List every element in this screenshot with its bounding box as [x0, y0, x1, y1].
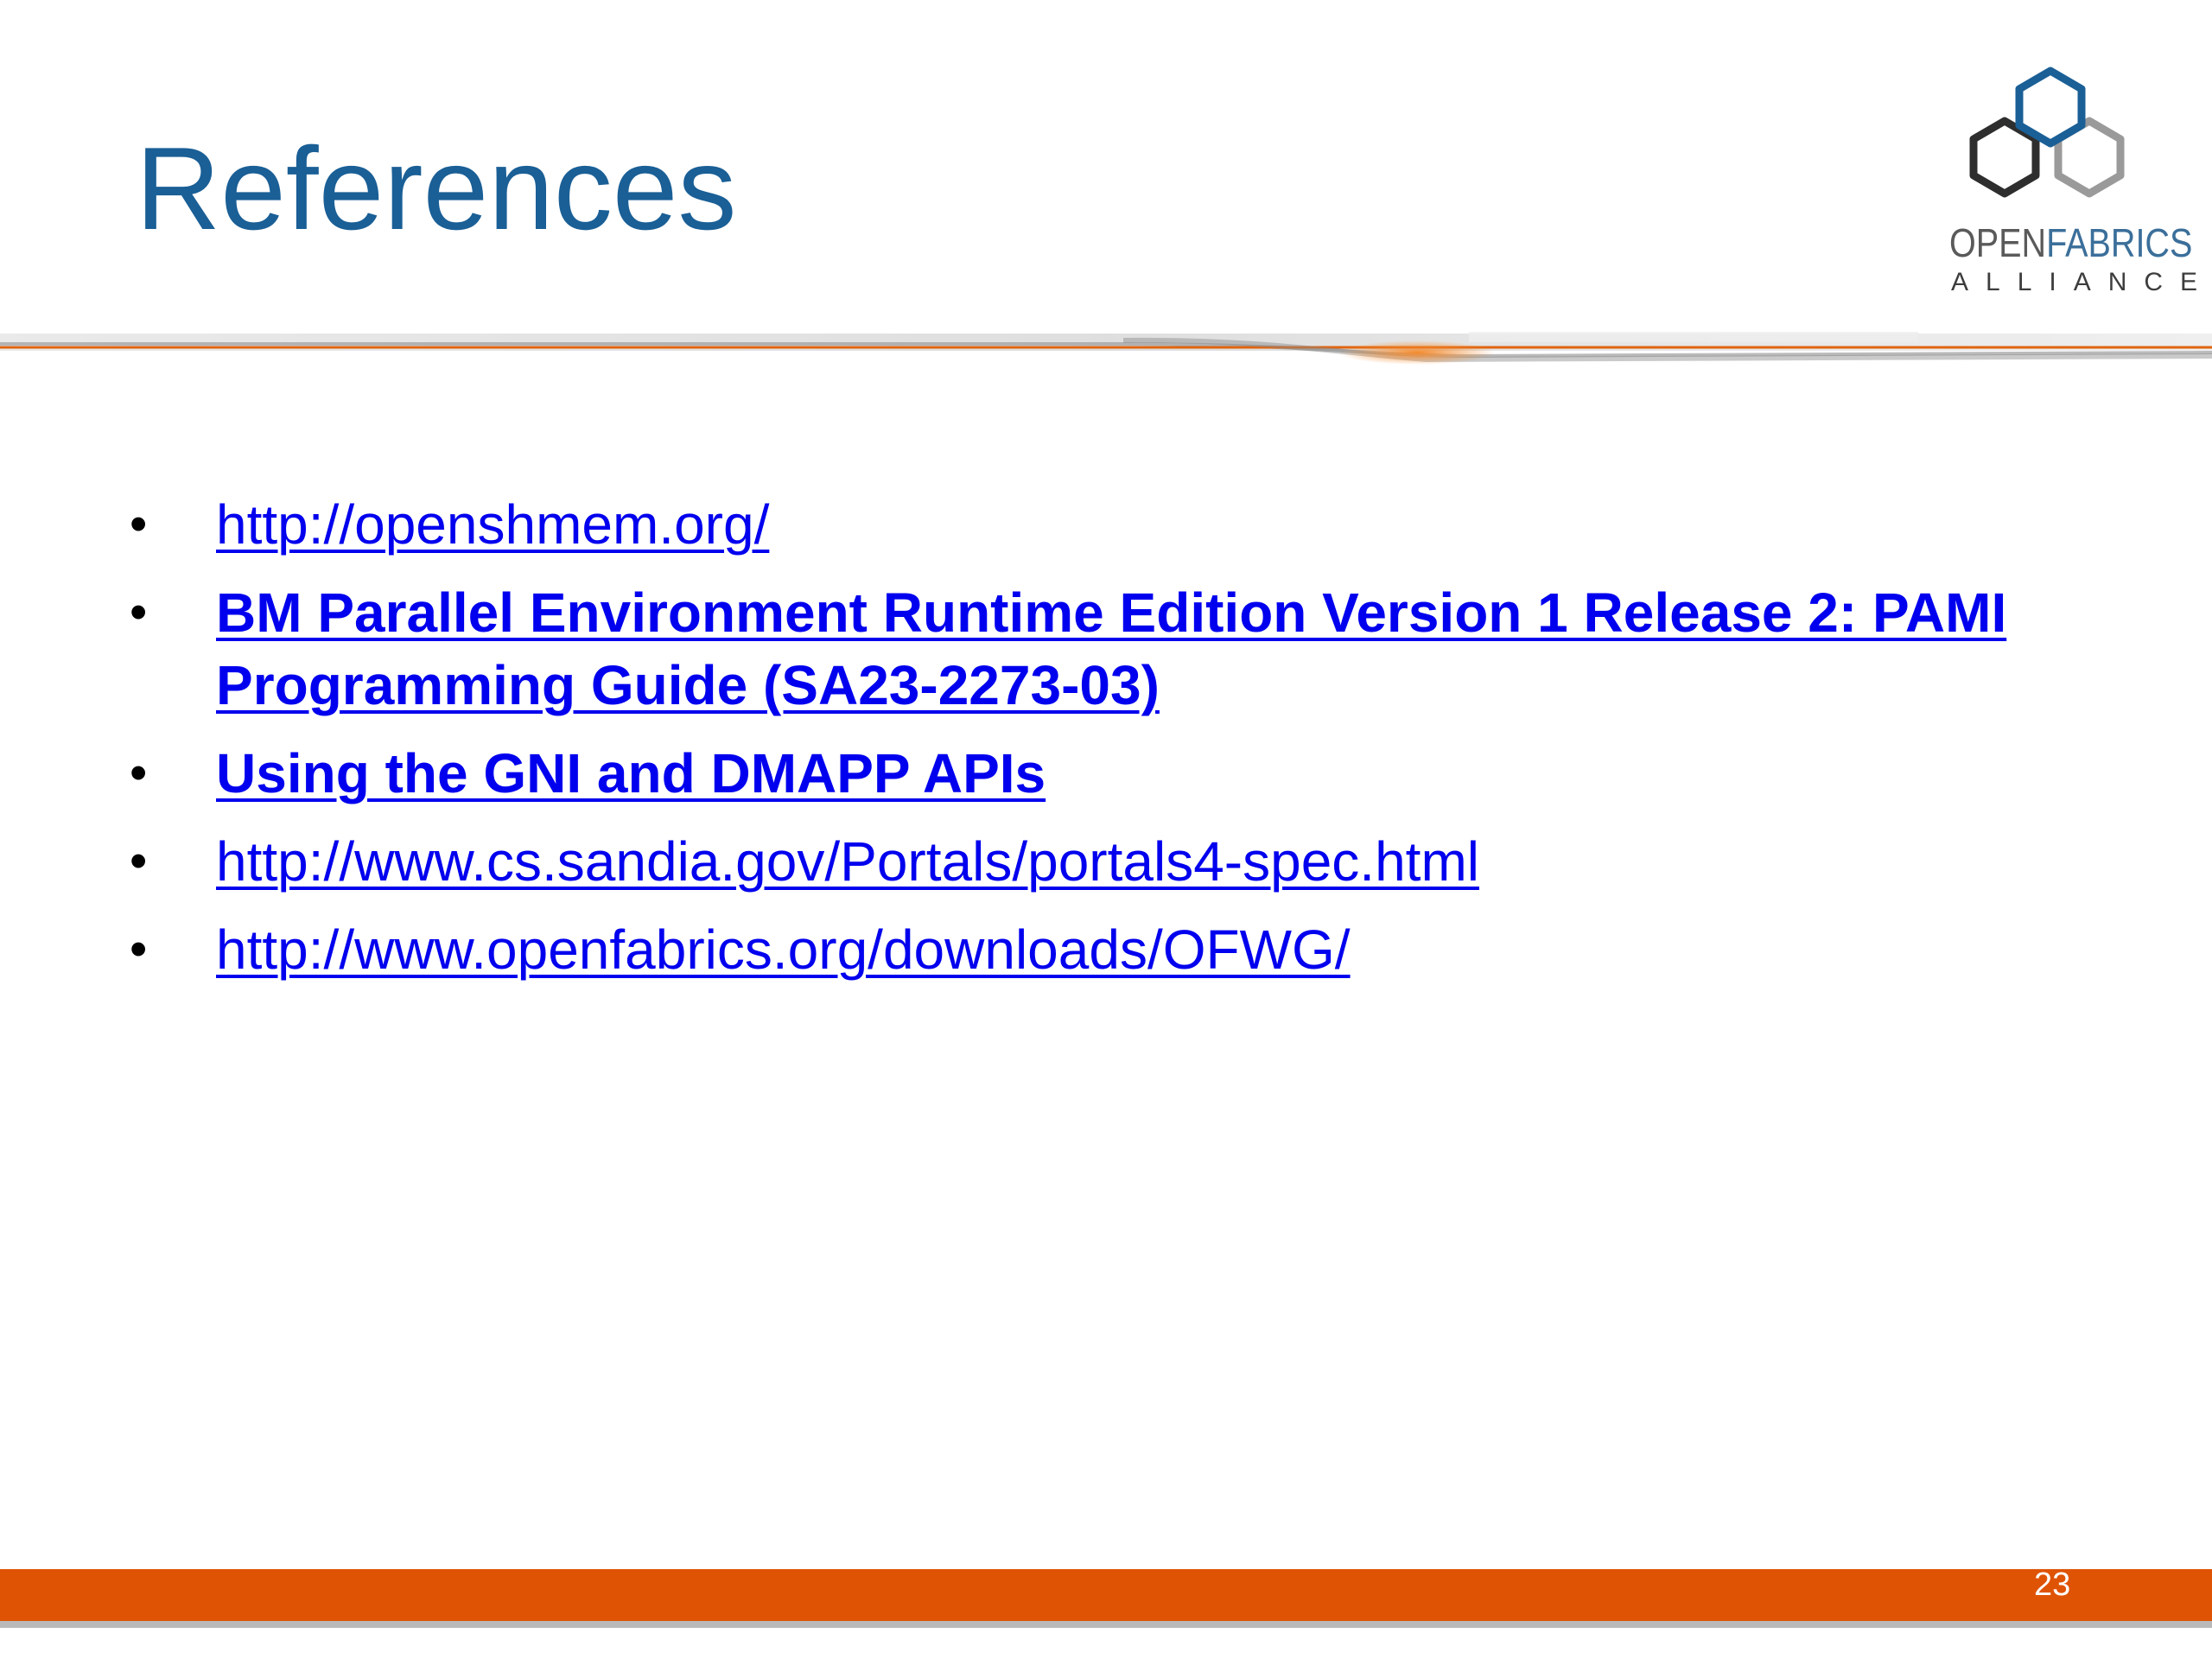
reference-link-ofwg[interactable]: http://www.openfabrics.org/downloads/OFW… — [216, 918, 1351, 981]
footer-bar — [0, 1569, 2212, 1621]
reference-link-pami-guide[interactable]: BM Parallel Environment Runtime Edition … — [216, 582, 2006, 716]
bullet: • — [130, 921, 148, 977]
bullet: • — [130, 496, 148, 552]
header-divider — [0, 332, 2212, 365]
bullet: • — [130, 584, 148, 640]
openfabrics-logo-icon — [1969, 67, 2125, 198]
logo-wordmark: OPENFABRICS — [1949, 220, 2192, 265]
logo-hexagon-blue — [2015, 67, 2086, 148]
reference-item: • http://www.cs.sandia.gov/Portals/porta… — [130, 825, 2117, 898]
slide-title: References — [136, 123, 737, 254]
references-list: • http://openshmem.org/ • BM Parallel En… — [130, 488, 2117, 1001]
reference-link-gni-dmapp[interactable]: Using the GNI and DMAPP APIs — [216, 742, 1046, 804]
bullet: • — [130, 833, 148, 889]
reference-item: • http://openshmem.org/ — [130, 488, 2117, 561]
reference-item: • http://www.openfabrics.org/downloads/O… — [130, 913, 2117, 986]
footer-divider — [0, 1621, 2212, 1628]
reference-item: • BM Parallel Environment Runtime Editio… — [130, 576, 2117, 721]
logo-word-alliance: ALLIANCE — [1951, 268, 2212, 296]
reference-link-portals4[interactable]: http://www.cs.sandia.gov/Portals/portals… — [216, 830, 1479, 893]
reference-item: • Using the GNI and DMAPP APIs — [130, 737, 2117, 810]
logo-word-open: OPEN — [1949, 220, 2047, 265]
reference-link-openshmem[interactable]: http://openshmem.org/ — [216, 493, 769, 556]
logo-word-fabrics: FABRICS — [2046, 220, 2193, 265]
bullet: • — [130, 745, 148, 801]
slide: References OPENFABRICS ALLIANCE • http:/… — [0, 0, 2212, 1659]
page-number: 23 — [2034, 1567, 2071, 1603]
